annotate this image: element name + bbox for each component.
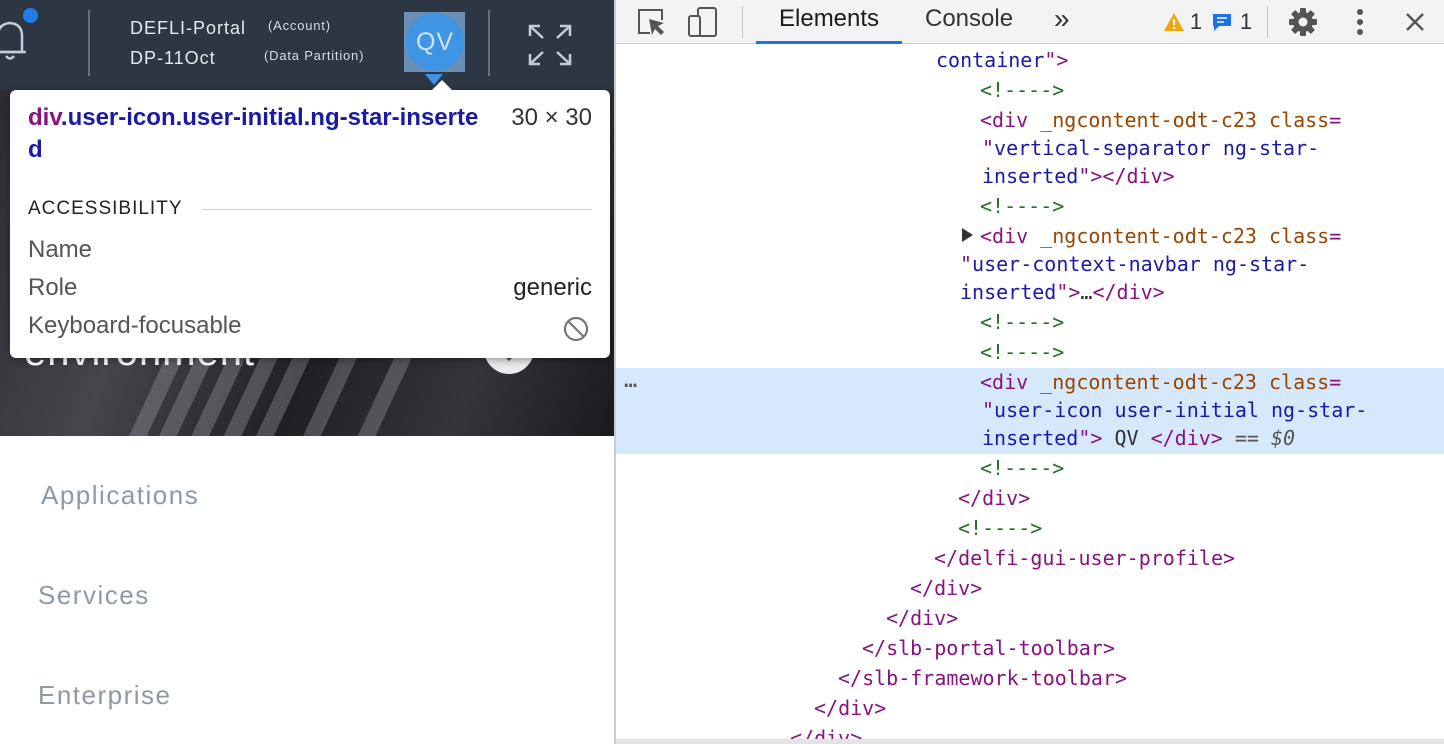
expand-triangle-icon[interactable] [962,228,973,242]
notifications-bell-icon[interactable] [0,18,28,62]
tab-console[interactable]: Console [925,0,1013,44]
accessibility-heading: ACCESSIBILITY [28,198,183,219]
devtools-toolbar: Elements Console » 1 1 [616,0,1444,44]
messages-count[interactable]: 1 [1238,0,1254,44]
selector-classes: .user-icon.user-initial.ng-star-inserted [28,104,479,163]
nav-enterprise[interactable]: Enterprise [38,680,172,711]
a11y-name-label: Name [28,236,93,263]
settings-icon[interactable] [1286,0,1320,44]
partition-label: (Data Partition) [264,48,365,63]
message-icon[interactable] [1210,0,1234,44]
dom-line[interactable]: inserted">…</div> [960,277,1165,307]
dom-tree: … container"> <!----> <div _ngcontent-od… [616,45,1444,744]
a11y-focusable-label: Keyboard-focusable [28,312,242,339]
more-options-icon[interactable] [1350,0,1370,44]
account-label: (Account) [268,18,331,33]
dom-line[interactable]: </div> [814,693,886,723]
selected-dom-line[interactable]: <div _ngcontent-odt-c23 class= [980,367,1341,397]
device-toolbar-icon[interactable] [686,0,720,44]
dom-line[interactable]: "user-context-navbar ng-star- [960,249,1309,279]
dom-line[interactable]: </slb-framework-toolbar> [838,663,1127,693]
element-selector: div.user-icon.user-initial.ng-star-inser… [28,102,488,166]
user-avatar[interactable]: QV [406,13,464,71]
user-icon-highlight: QV [404,12,465,72]
dom-comment[interactable]: <!----> [958,513,1042,543]
selected-dom-line[interactable]: inserted"> QV </div> == $0 [982,423,1295,453]
dollar-zero-marker: == $0 [1234,426,1296,450]
selected-dom-line[interactable]: "user-icon user-initial ng-star- [982,395,1367,425]
node-actions-icon[interactable]: … [624,368,638,393]
notification-dot [23,8,38,23]
dom-line[interactable]: </slb-portal-toolbar> [862,633,1115,663]
dom-line[interactable]: </div> [886,603,958,633]
fullscreen-icon[interactable] [526,22,574,68]
warnings-count[interactable]: 1 [1188,0,1204,44]
nav-services[interactable]: Services [38,580,150,611]
nav-applications[interactable]: Applications [41,480,199,511]
dom-line[interactable]: </div> [910,573,982,603]
inspect-tooltip: div.user-icon.user-initial.ng-star-inser… [10,80,610,358]
a11y-role-value: generic [513,274,592,301]
dom-line[interactable]: container"> [936,45,1068,75]
close-icon[interactable] [1402,0,1428,44]
dom-line[interactable]: <div _ngcontent-odt-c23 class= [980,221,1341,251]
a11y-role-label: Role [28,274,78,301]
header-divider [88,10,90,76]
dom-comment[interactable]: <!----> [980,75,1064,105]
dom-comment[interactable]: <!----> [980,453,1064,483]
devtools-panel: Elements Console » 1 1 … container"> <!-… [614,0,1444,744]
dom-line[interactable]: </div> [958,483,1030,513]
tab-elements[interactable]: Elements [779,0,879,44]
warning-icon[interactable] [1162,0,1186,44]
partition-name[interactable]: DP-11Oct [130,48,216,69]
dom-line[interactable]: "vertical-separator ng-star- [982,133,1319,163]
header-divider [488,10,490,76]
selector-tag: div [28,104,61,131]
portal-header: DEFLI-Portal (Account) DP-11Oct (Data Pa… [0,0,614,90]
element-size: 30 × 30 [511,104,592,131]
dom-comment[interactable]: <!----> [980,191,1064,221]
dom-line[interactable]: <div _ngcontent-odt-c23 class= [980,105,1341,135]
active-tab-indicator [756,41,902,44]
dom-comment[interactable]: <!----> [980,337,1064,367]
more-tabs-icon[interactable]: » [1054,0,1070,44]
not-focusable-icon [563,316,589,342]
dom-line[interactable]: inserted"></div> [982,161,1175,191]
portal-name[interactable]: DEFLI-Portal [130,18,246,39]
inspect-element-icon[interactable] [634,0,668,44]
horizontal-scrollbar[interactable] [616,739,1444,744]
dom-line[interactable]: </delfi-gui-user-profile> [934,543,1235,573]
dom-comment[interactable]: <!----> [980,307,1064,337]
